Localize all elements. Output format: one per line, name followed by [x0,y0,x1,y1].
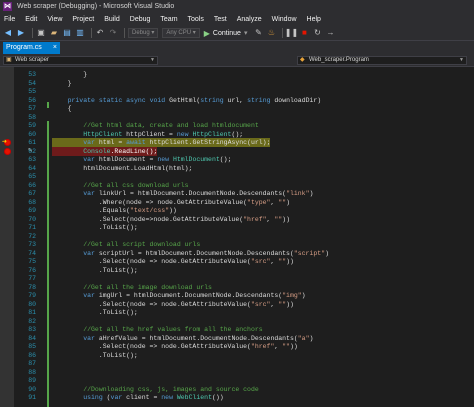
save-icon[interactable]: ▤ [62,28,72,38]
toolbar-separator [91,28,92,38]
code-text[interactable]: using (var client = new WebClient()) [52,393,223,402]
platform-value: Any CPU [166,30,192,36]
toolbar-separator [124,28,125,38]
breakpoint-icon[interactable] [4,147,11,155]
redo-icon[interactable]: ↷ [108,28,118,38]
menu-analyze[interactable]: Analyze [237,16,262,23]
project-dropdown[interactable]: ▣ Web scraper ▼ [3,56,158,65]
menu-project[interactable]: Project [72,16,94,23]
menu-view[interactable]: View [47,16,62,23]
code-line[interactable]: 91 using (var client = new WebClient()) [0,393,474,402]
close-icon[interactable]: × [53,42,57,54]
play-icon: ▶ [203,28,210,38]
break-all-icon[interactable]: ❚❚ [285,28,298,38]
window-title: Web scraper (Debugging) - Microsoft Visu… [17,3,175,10]
menu-test[interactable]: Test [214,16,227,23]
new-item-icon[interactable]: ▣ [36,28,46,38]
menu-debug[interactable]: Debug [130,16,151,23]
toolbar-separator [32,28,33,38]
fire-icon[interactable]: ♨ [266,28,276,38]
project-name: Web scraper [15,57,49,63]
config-value: Debug [132,30,150,36]
tab-program-cs[interactable]: Program.cs × [3,42,60,54]
class-name: Web_scraper.Program [309,57,369,63]
open-folder-icon[interactable]: ▰ [49,28,59,38]
csharp-project-icon: ▣ [6,57,12,63]
chevron-down-icon: ▾ [243,30,248,37]
class-icon: ◆ [300,57,305,63]
solution-configuration-dropdown[interactable]: Debug ▾ [128,28,159,38]
save-all-icon[interactable]: ▥ [75,28,85,38]
navigation-bar: ▣ Web scraper ▼ ◆ Web_scraper.Program ▼ [0,54,474,67]
menu-team[interactable]: Team [160,16,177,23]
continue-button[interactable]: ▶ Continue ▾ [204,29,248,38]
tab-label: Program.cs [6,44,42,51]
class-dropdown[interactable]: ◆ Web_scraper.Program ▼ [297,56,467,65]
show-next-statement-icon[interactable]: → [325,28,335,38]
title-bar: ⋈ Web scraper (Debugging) - Microsoft Vi… [0,0,474,13]
document-tab-bar: Program.cs × [0,41,474,54]
menu-window[interactable]: Window [272,16,297,23]
toolbar-separator [282,28,284,38]
menu-file[interactable]: File [4,16,15,23]
back-icon[interactable]: ◀ [3,28,13,38]
chevron-down-icon: ▼ [150,57,155,63]
menu-help[interactable]: Help [307,16,321,23]
line-number: 91 [28,394,36,401]
menu-bar: File Edit View Project Build Debug Team … [0,13,474,26]
chevron-down-icon: ▼ [459,57,464,63]
solution-platform-dropdown[interactable]: Any CPU ▾ [162,28,200,38]
restart-icon[interactable]: ↻ [312,28,322,38]
menu-edit[interactable]: Edit [25,16,37,23]
toolbar: ◀ ▶ ▣ ▰ ▤ ▥ ↶ ↷ Debug ▾ Any CPU ▾ ▶ Cont… [0,26,474,41]
pin-icon[interactable]: ✎ [253,28,263,38]
visual-studio-logo-icon: ⋈ [3,2,12,11]
menu-tools[interactable]: Tools [188,16,204,23]
continue-label: Continue [212,29,241,37]
stop-icon[interactable]: ■ [299,28,309,38]
menu-build[interactable]: Build [104,16,120,23]
forward-icon[interactable]: ▶ [16,28,26,38]
undo-icon[interactable]: ↶ [95,28,105,38]
code-editor[interactable]: 53 } 54 } 55 56 private static async void G… [0,67,474,407]
